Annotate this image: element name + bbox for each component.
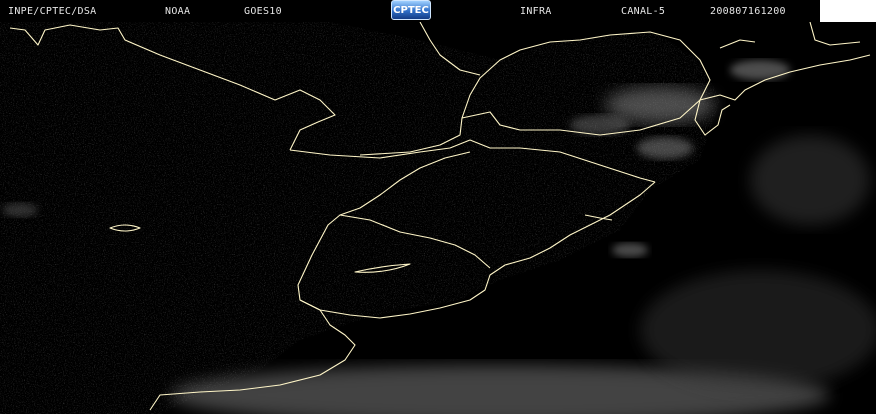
timestamp-label: 200807161200: [710, 6, 786, 17]
cptec-logo: CPTEC: [391, 0, 431, 20]
operator-label: NOAA: [165, 6, 191, 17]
agency-label: INPE/CPTEC/DSA: [8, 6, 97, 17]
header-corner-block: [820, 0, 876, 22]
satellite-image: [0, 0, 876, 414]
satellite-label: GOES10: [244, 6, 282, 17]
channel-label: CANAL-5: [621, 6, 666, 17]
product-label: INFRA: [520, 6, 552, 17]
